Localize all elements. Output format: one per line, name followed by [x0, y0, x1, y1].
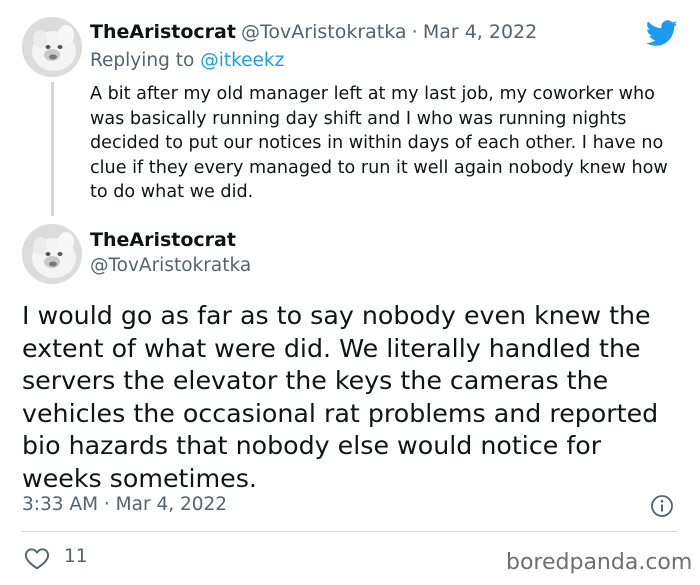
replying-to-prefix: Replying to [90, 50, 195, 71]
heart-icon [24, 548, 50, 570]
main-author-avatar[interactable] [22, 224, 82, 284]
bulldog-avatar-image [22, 224, 82, 284]
replying-to-user-link[interactable]: @itkeekz [200, 50, 284, 71]
replying-to-line: Replying to @itkeekz [90, 50, 284, 71]
like-button[interactable]: 11 [24, 545, 104, 571]
header-separator: · [411, 21, 418, 43]
bulldog-avatar-image [22, 17, 82, 77]
main-author-name[interactable]: TheAristocrat [90, 229, 236, 251]
reply-author-handle[interactable]: @TovAristokratka [241, 21, 407, 43]
reply-tweet-date[interactable]: Mar 4, 2022 [423, 21, 537, 43]
reply-author-name[interactable]: TheAristocrat [90, 21, 236, 43]
reply-tweet-text: A bit after my old manager left at my la… [90, 84, 668, 203]
watermark-text: boredpanda.com [506, 550, 693, 575]
reply-author-avatar[interactable] [22, 17, 82, 77]
action-bar-divider [22, 531, 678, 532]
info-icon[interactable] [650, 494, 674, 522]
like-count: 11 [64, 546, 88, 567]
main-author-handle[interactable]: @TovAristokratka [90, 255, 251, 276]
twitter-bird-icon [645, 20, 678, 51]
main-tweet-text: I would go as far as to say nobody even … [22, 301, 659, 493]
thread-connector-line [50, 82, 54, 216]
reply-tweet-header: TheAristocrat @TovAristokratka · Mar 4, … [90, 21, 537, 43]
main-tweet-timestamp[interactable]: 3:33 AM · Mar 4, 2022 [22, 494, 227, 515]
